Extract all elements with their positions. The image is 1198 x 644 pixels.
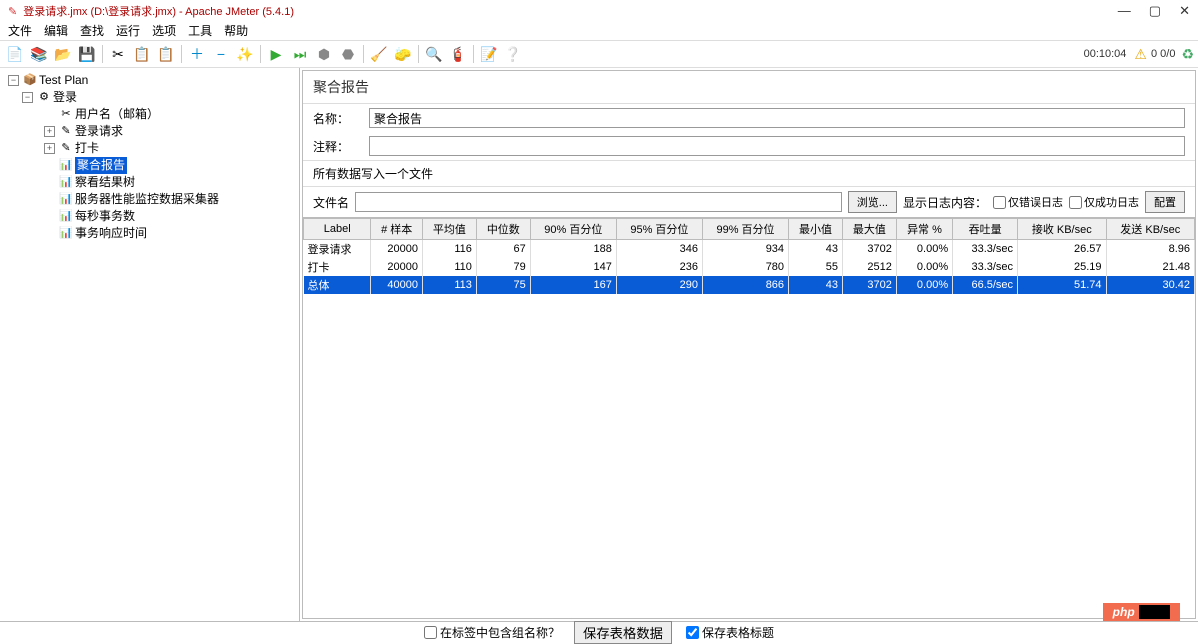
include-group-checkbox[interactable]: 在标签中包含组名称？	[424, 624, 560, 641]
start-noTimer-icon[interactable]: ⏭	[289, 43, 311, 65]
table-header[interactable]: 最小值	[789, 219, 843, 240]
menu-edit[interactable]: 编辑	[44, 22, 68, 40]
comment-input[interactable]	[369, 136, 1185, 156]
footer-bar: 在标签中包含组名称？ 保存表格数据 保存表格标题	[0, 621, 1198, 643]
elapsed-timer: 00:10:04	[1084, 48, 1127, 60]
menu-run[interactable]: 运行	[116, 22, 140, 40]
clear-all-icon[interactable]: 🧽	[392, 43, 414, 65]
menu-file[interactable]: 文件	[8, 22, 32, 40]
menu-tools[interactable]: 工具	[188, 22, 212, 40]
table-header[interactable]: 平均值	[422, 219, 476, 240]
paste-icon[interactable]: 📋	[155, 43, 177, 65]
table-header[interactable]: 90% 百分位	[530, 219, 616, 240]
help-icon[interactable]: ❔	[502, 43, 524, 65]
name-label: 名称：	[313, 110, 363, 127]
table-header[interactable]: 接收 KB/sec	[1018, 219, 1106, 240]
tree-view-results[interactable]: 📊察看结果树	[44, 174, 295, 191]
panel-title: 聚合报告	[303, 71, 1195, 104]
menu-search[interactable]: 查找	[80, 22, 104, 40]
tree-daka[interactable]: +✎打卡	[44, 140, 295, 157]
shutdown-icon[interactable]: ⬣	[337, 43, 359, 65]
table-header[interactable]: # 样本	[371, 219, 423, 240]
copy-icon[interactable]: 📋	[131, 43, 153, 65]
close-button[interactable]: ✕	[1179, 3, 1190, 19]
tree-tps[interactable]: 📊每秒事务数	[44, 208, 295, 225]
table-row[interactable]: 总体40000113751672908664337020.00%66.5/sec…	[304, 276, 1195, 294]
table-row[interactable]: 登录请求20000116671883469344337020.00%33.3/s…	[304, 240, 1195, 259]
tree-resptime[interactable]: 📊事务响应时间	[44, 225, 295, 242]
tree-perfmon[interactable]: 📊服务器性能监控数据采集器	[44, 191, 295, 208]
add-icon[interactable]: ＋	[186, 43, 208, 65]
wand-icon[interactable]: ✨	[234, 43, 256, 65]
tree-root[interactable]: −📦Test Plan	[8, 72, 295, 89]
table-header[interactable]: Label	[304, 219, 371, 240]
toolbar: 📄 📚 📂 💾 ✂ 📋 📋 ＋ − ✨ ▶ ⏭ ⬢ ⬣ 🧹 🧽 🔍 🧯 📝 ❔ …	[0, 40, 1198, 68]
table-header[interactable]: 异常 %	[896, 219, 952, 240]
cut-icon[interactable]: ✂	[107, 43, 129, 65]
menu-bar: 文件 编辑 查找 运行 选项 工具 帮助	[0, 22, 1198, 40]
warning-icon[interactable]: ⚠	[1134, 46, 1147, 63]
filename-input[interactable]	[355, 192, 842, 212]
table-header[interactable]: 最大值	[842, 219, 896, 240]
maximize-button[interactable]: ▢	[1149, 3, 1161, 19]
app-icon: ✎	[8, 5, 17, 18]
table-row[interactable]: 打卡20000110791472367805525120.00%33.3/sec…	[304, 258, 1195, 276]
save-icon[interactable]: 💾	[76, 43, 98, 65]
table-header[interactable]: 发送 KB/sec	[1106, 219, 1195, 240]
menu-help[interactable]: 帮助	[224, 22, 248, 40]
tree-thread-group[interactable]: −⚙登录	[22, 89, 295, 106]
open-icon[interactable]: 📂	[52, 43, 74, 65]
tree-user[interactable]: ✂用户名（邮箱）	[44, 106, 295, 123]
minimize-button[interactable]: —	[1118, 3, 1131, 19]
window-title: 登录请求.jmx (D:\登录请求.jmx) - Apache JMeter (…	[23, 3, 1118, 19]
configure-button[interactable]: 配置	[1145, 191, 1185, 213]
templates-icon[interactable]: 📚	[28, 43, 50, 65]
save-header-checkbox[interactable]: 保存表格标题	[686, 624, 774, 641]
search-icon[interactable]: 🔍	[423, 43, 445, 65]
file-section-label: 所有数据写入一个文件	[313, 165, 1185, 182]
name-input[interactable]	[369, 108, 1185, 128]
only-error-checkbox[interactable]: 仅错误日志	[993, 194, 1063, 210]
reset-search-icon[interactable]: 🧯	[447, 43, 469, 65]
filename-label: 文件名	[313, 194, 349, 211]
remove-icon[interactable]: −	[210, 43, 232, 65]
tree-login-request[interactable]: +✎登录请求	[44, 123, 295, 140]
comment-label: 注释：	[313, 138, 363, 155]
save-table-data-button[interactable]: 保存表格数据	[574, 621, 672, 644]
start-icon[interactable]: ▶	[265, 43, 287, 65]
only-success-checkbox[interactable]: 仅成功日志	[1069, 194, 1139, 210]
thread-counter: 0 0/0	[1151, 48, 1175, 60]
table-header[interactable]: 99% 百分位	[702, 219, 788, 240]
stop-icon[interactable]: ⬢	[313, 43, 335, 65]
watermark: php.	[1103, 603, 1180, 621]
content-panel: 聚合报告 名称： 注释： 所有数据写入一个文件 文件名 浏览... 显示日志内容…	[302, 70, 1196, 619]
gc-icon[interactable]: ♻	[1181, 46, 1194, 63]
aggregate-table[interactable]: Label# 样本平均值中位数90% 百分位95% 百分位99% 百分位最小值最…	[303, 218, 1195, 294]
new-icon[interactable]: 📄	[4, 43, 26, 65]
browse-button[interactable]: 浏览...	[848, 191, 897, 213]
test-plan-tree[interactable]: −📦Test Plan −⚙登录 ✂用户名（邮箱） +✎登录请求 +✎打卡 📊聚…	[0, 68, 300, 621]
table-header[interactable]: 95% 百分位	[616, 219, 702, 240]
clear-icon[interactable]: 🧹	[368, 43, 390, 65]
menu-options[interactable]: 选项	[152, 22, 176, 40]
logcontent-label: 显示日志内容：	[903, 194, 987, 211]
table-header[interactable]: 中位数	[476, 219, 530, 240]
table-header[interactable]: 吞吐量	[953, 219, 1018, 240]
tree-aggregate-report[interactable]: 📊聚合报告	[44, 157, 295, 174]
function-helper-icon[interactable]: 📝	[478, 43, 500, 65]
